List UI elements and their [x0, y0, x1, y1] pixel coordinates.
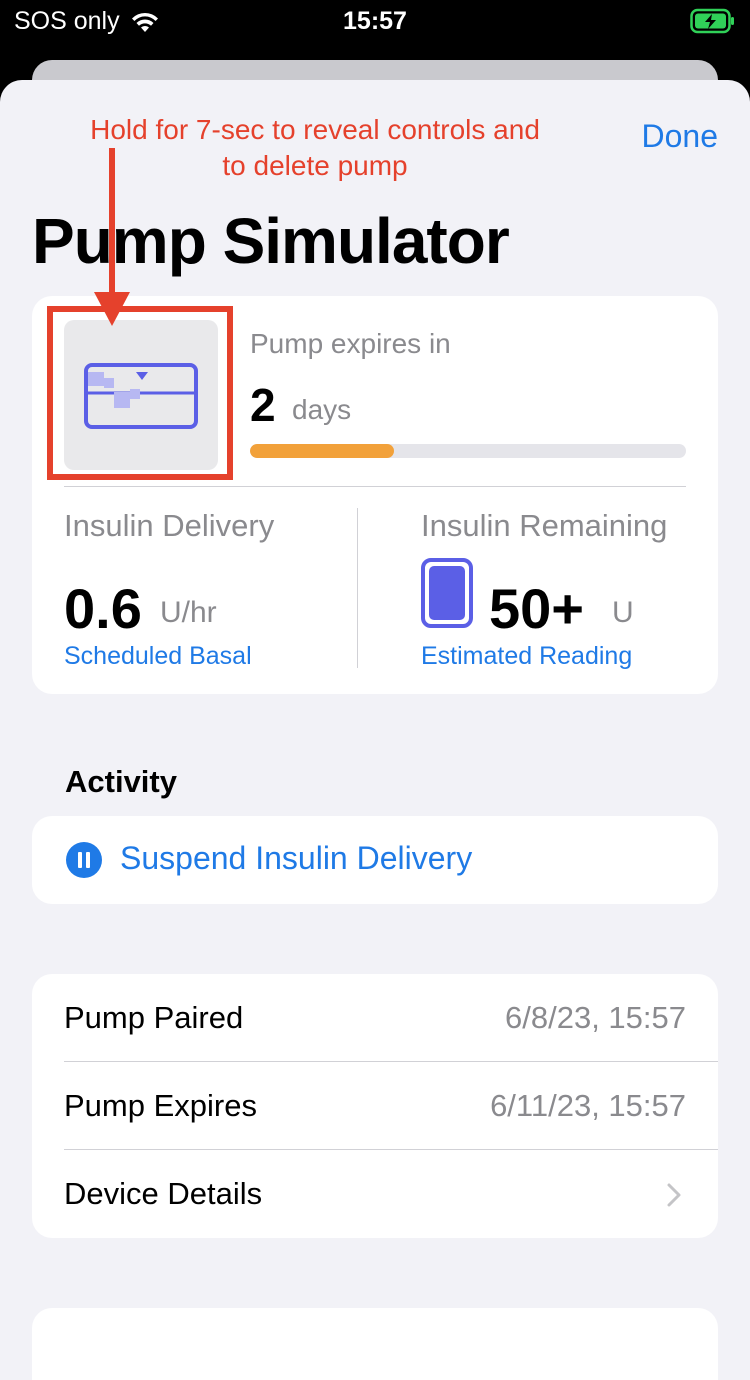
clock: 15:57 — [343, 7, 407, 35]
insulin-delivery-label: Insulin Delivery — [64, 508, 275, 543]
device-details-label: Device Details — [64, 1176, 263, 1211]
expires-label: Pump expires in — [250, 328, 451, 359]
row-pump-paired: Pump Paired 6/8/23, 15:57 — [32, 974, 718, 1062]
reservoir-icon — [421, 558, 473, 628]
pump-paired-value: 6/8/23, 15:57 — [505, 1000, 686, 1035]
reservoir-fill — [429, 566, 465, 620]
suspend-insulin-label: Suspend Insulin Delivery — [120, 840, 473, 876]
pump-icon — [84, 363, 198, 429]
pump-image-tile[interactable] — [64, 320, 218, 470]
pump-settings-sheet: Done Hold for 7-sec to reveal controls a… — [0, 80, 750, 1380]
done-button[interactable]: Done — [642, 118, 719, 155]
expires-unit: days — [292, 394, 352, 425]
vertical-divider — [357, 508, 358, 668]
scheduled-basal-label: Scheduled Basal — [64, 642, 252, 670]
row-pump-expires: Pump Expires 6/11/23, 15:57 — [32, 1062, 718, 1150]
expiry-progress-fill — [250, 444, 394, 458]
insulin-remaining-value: 50+ — [489, 577, 584, 640]
divider — [64, 486, 686, 487]
activity-section-header: Activity — [65, 764, 177, 799]
pump-paired-label: Pump Paired — [64, 1000, 244, 1035]
chevron-right-icon — [667, 1183, 681, 1207]
device-details-row[interactable]: Device Details — [32, 1150, 718, 1238]
estimated-reading-label: Estimated Reading — [421, 642, 633, 670]
insulin-delivery-unit: U/hr — [160, 596, 217, 629]
pause-icon — [66, 842, 102, 878]
pump-info-card: Pump Paired 6/8/23, 15:57 Pump Expires 6… — [32, 974, 718, 1238]
annotation-text: Hold for 7-sec to reveal controls and to… — [90, 114, 540, 181]
battery-charging-icon — [690, 8, 736, 39]
pump-expires-label: Pump Expires — [64, 1088, 257, 1123]
suspend-insulin-button[interactable]: Suspend Insulin Delivery — [32, 816, 718, 904]
pump-status-card: Pump expires in 2 days Insulin Delivery … — [32, 296, 718, 694]
insulin-remaining-label: Insulin Remaining — [421, 508, 668, 543]
next-section-card — [32, 1308, 718, 1380]
status-bar: SOS only 15:57 — [0, 0, 750, 44]
page-title: Pump Simulator — [32, 205, 510, 277]
insulin-delivery-value: 0.6 — [64, 577, 142, 640]
expiry-progress-bar — [250, 444, 686, 458]
expires-value: 2 — [250, 379, 276, 431]
insulin-remaining-unit: U — [612, 596, 634, 629]
pump-expires-value: 6/11/23, 15:57 — [490, 1088, 686, 1123]
